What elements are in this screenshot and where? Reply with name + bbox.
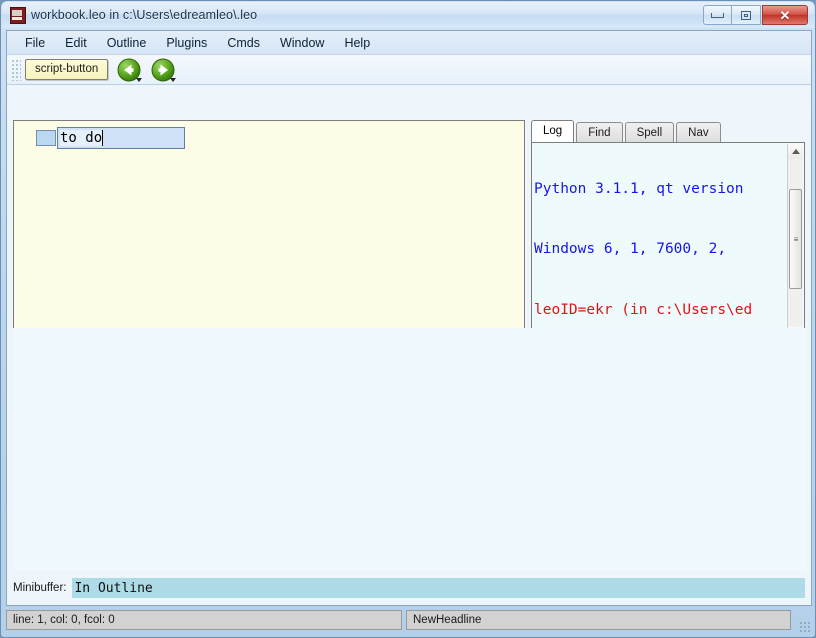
menu-item-outline[interactable]: Outline: [97, 33, 157, 53]
chevron-up-icon: [791, 149, 800, 154]
log-tab-bar: Log Find Spell Nav: [531, 120, 805, 143]
tool-bar: script-button: [7, 55, 811, 85]
go-back-dropdown-icon[interactable]: [136, 77, 143, 82]
menu-item-file[interactable]: File: [15, 33, 55, 53]
menu-item-plugins[interactable]: Plugins: [156, 33, 217, 53]
tab-find[interactable]: Find: [576, 122, 623, 143]
leo-app-icon: [9, 7, 26, 24]
maximize-icon: [741, 10, 751, 20]
tab-spell[interactable]: Spell: [624, 122, 675, 143]
text-caret: [102, 130, 104, 146]
minibuffer-input[interactable]: In Outline: [72, 578, 805, 598]
menu-item-help[interactable]: Help: [334, 33, 380, 53]
menu-item-window[interactable]: Window: [270, 33, 334, 53]
tab-log[interactable]: Log: [531, 120, 575, 143]
menu-item-edit[interactable]: Edit: [55, 33, 97, 53]
go-forward-button[interactable]: [150, 57, 177, 83]
client-area: File Edit Outline Plugins Cmds Window He…: [6, 30, 812, 606]
outline-node-row[interactable]: to do: [36, 127, 185, 149]
tab-nav[interactable]: Nav: [676, 122, 721, 143]
minimize-icon: [711, 12, 724, 18]
log-line: Windows 6, 1, 7600, 2,: [534, 241, 727, 258]
headline-text: to do: [60, 130, 103, 146]
minibuffer-value: In Outline: [74, 580, 153, 596]
resize-grip-icon[interactable]: [799, 621, 812, 634]
script-button[interactable]: script-button: [25, 59, 109, 80]
menu-item-cmds[interactable]: Cmds: [217, 33, 270, 53]
go-forward-dropdown-icon[interactable]: [170, 77, 177, 82]
menu-bar: File Edit Outline Plugins Cmds Window He…: [7, 31, 811, 55]
minimize-button[interactable]: [703, 5, 732, 25]
status-headline-field: NewHeadline: [406, 610, 791, 630]
log-vertical-scrollbar[interactable]: ≡: [787, 144, 803, 342]
log-lines: Python 3.1.1, qt version Windows 6, 1, 7…: [534, 143, 753, 356]
close-icon: ✕: [779, 7, 791, 23]
node-status-icon[interactable]: [36, 130, 56, 146]
toolbar-drag-handle[interactable]: [11, 58, 21, 81]
body-pane[interactable]: [13, 328, 805, 570]
application-window: workbook.leo in c:\Users\edreamleo\.leo …: [0, 0, 816, 638]
maximize-button[interactable]: [732, 5, 761, 25]
window-title: workbook.leo in c:\Users\edreamleo\.leo: [31, 8, 258, 22]
status-bar: line: 1, col: 0, fcol: 0 NewHeadline: [6, 608, 812, 632]
outline-pane[interactable]: to do: [13, 120, 525, 357]
status-position-field: line: 1, col: 0, fcol: 0: [6, 610, 402, 630]
title-bar[interactable]: workbook.leo in c:\Users\edreamleo\.leo …: [2, 2, 814, 28]
log-vertical-scroll-thumb[interactable]: ≡: [789, 189, 802, 289]
log-pane: Log Find Spell Nav Python 3.1.1, qt vers…: [531, 120, 805, 357]
log-text-area[interactable]: Python 3.1.1, qt version Windows 6, 1, 7…: [531, 142, 805, 357]
scroll-thumb-grip-icon: ≡: [793, 234, 799, 244]
minibuffer-label: Minibuffer:: [13, 582, 67, 594]
window-controls: ✕: [703, 5, 808, 25]
close-button[interactable]: ✕: [762, 5, 808, 25]
minibuffer-row: Minibuffer: In Outline: [13, 578, 805, 598]
go-back-button[interactable]: [116, 57, 143, 83]
log-line: leoID=ekr (in c:\Users\ed: [534, 302, 753, 319]
headline-edit-field[interactable]: to do: [57, 127, 185, 149]
log-line: Python 3.1.1, qt version: [534, 180, 744, 197]
scroll-up-button[interactable]: [788, 144, 803, 159]
